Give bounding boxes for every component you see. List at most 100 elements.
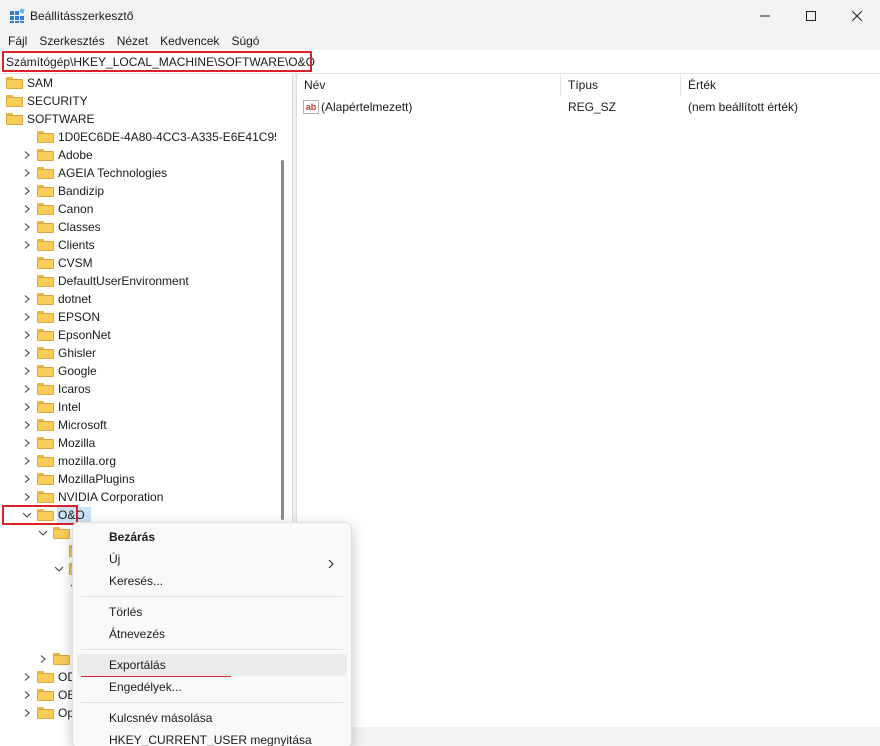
chevron-right-icon[interactable] xyxy=(22,402,32,412)
context-menu-item[interactable]: Exportálás xyxy=(77,654,347,676)
tree-node-label[interactable]: Microsoft xyxy=(58,416,107,434)
menu-view[interactable]: Nézet xyxy=(111,32,154,50)
context-menu-item[interactable]: HKEY_CURRENT_USER megnyitása xyxy=(77,729,347,746)
tree-node[interactable]: 1D0EC6DE-4A80-4CC3-A335-E6E41C951198 xyxy=(0,128,292,146)
tree-node-label[interactable]: NVIDIA Corporation xyxy=(58,488,163,506)
tree-node-label[interactable]: Clients xyxy=(58,236,95,254)
chevron-right-icon[interactable] xyxy=(22,348,32,358)
menu-favorites[interactable]: Kedvencek xyxy=(154,32,225,50)
menu-help[interactable]: Súgó xyxy=(225,32,265,50)
context-menu-item[interactable]: Átnevezés xyxy=(77,623,347,645)
column-header-value[interactable]: Érték xyxy=(681,74,880,96)
tree-node[interactable]: Microsoft xyxy=(0,416,276,434)
chevron-right-icon[interactable] xyxy=(22,186,32,196)
tree-node[interactable]: Canon xyxy=(0,200,276,218)
context-menu-item[interactable]: Törlés xyxy=(77,601,347,623)
close-button[interactable] xyxy=(834,0,880,32)
tree-node-label[interactable]: Adobe xyxy=(58,146,93,164)
chevron-right-icon[interactable] xyxy=(22,672,32,682)
tree-node[interactable]: MozillaPlugins xyxy=(0,470,276,488)
tree-node-label[interactable]: SAM xyxy=(27,74,53,92)
chevron-right-icon[interactable] xyxy=(22,474,32,484)
value-list[interactable]: Név Típus Érték ab (Alapértelmezett) REG… xyxy=(297,74,880,746)
context-menu-item[interactable]: Keresés... xyxy=(77,570,347,592)
tree-node[interactable]: SAM xyxy=(0,74,276,92)
tree-node-label[interactable]: Intel xyxy=(58,398,81,416)
tree-node[interactable]: CVSM xyxy=(0,254,276,272)
menu-file[interactable]: Fájl xyxy=(2,32,33,50)
menu-edit[interactable]: Szerkesztés xyxy=(33,32,110,50)
chevron-right-icon[interactable] xyxy=(22,690,32,700)
tree-node-label[interactable]: Ghisler xyxy=(58,344,96,362)
tree-node[interactable]: Google xyxy=(0,362,276,380)
chevron-right-icon[interactable] xyxy=(22,204,32,214)
chevron-right-icon[interactable] xyxy=(22,150,32,160)
chevron-right-icon[interactable] xyxy=(22,312,32,322)
tree-node-label[interactable]: EpsonNet xyxy=(58,326,111,344)
tree-node[interactable]: SECURITY xyxy=(0,92,276,110)
tree-node-label[interactable]: mozilla.org xyxy=(58,452,116,470)
tree-node[interactable]: EPSON xyxy=(0,308,276,326)
chevron-right-icon[interactable] xyxy=(22,384,32,394)
tree-node[interactable]: mozilla.org xyxy=(0,452,276,470)
chevron-right-icon[interactable] xyxy=(22,708,32,718)
tree-node-label[interactable]: Mozilla xyxy=(58,434,95,452)
list-horizontal-scrollbar[interactable] xyxy=(297,727,880,746)
chevron-right-icon[interactable] xyxy=(22,492,32,502)
context-menu-item[interactable]: Kulcsnév másolása xyxy=(77,707,347,729)
tree-node-label[interactable]: DefaultUserEnvironment xyxy=(58,272,189,290)
value-data[interactable]: (nem beállított érték) xyxy=(688,98,798,116)
tree-node[interactable]: AGEIA Technologies xyxy=(0,164,276,182)
tree-node[interactable]: Intel xyxy=(0,398,276,416)
tree-node-label[interactable]: Classes xyxy=(58,218,101,236)
tree-scrollbar[interactable] xyxy=(276,74,292,526)
tree-node-label[interactable]: Google xyxy=(58,362,97,380)
chevron-down-icon[interactable] xyxy=(38,528,48,538)
tree-node[interactable]: Icaros xyxy=(0,380,276,398)
address-bar[interactable]: Számítógép\HKEY_LOCAL_MACHINE\SOFTWARE\O… xyxy=(0,50,880,74)
tree-node[interactable]: Adobe xyxy=(0,146,276,164)
tree-node-label[interactable]: 1D0EC6DE-4A80-4CC3-A335-E6E41C951198 xyxy=(58,128,292,146)
tree-node-label[interactable]: EPSON xyxy=(58,308,100,326)
chevron-right-icon[interactable] xyxy=(22,240,32,250)
tree-node-label[interactable]: Bandizip xyxy=(58,182,104,200)
tree-node[interactable]: Mozilla xyxy=(0,434,276,452)
tree-node[interactable]: Clients xyxy=(0,236,276,254)
column-header-name[interactable]: Név xyxy=(297,74,561,96)
chevron-down-icon[interactable] xyxy=(54,564,64,574)
tree-node-label[interactable]: CVSM xyxy=(58,254,93,272)
tree-node-label[interactable]: dotnet xyxy=(58,290,91,308)
tree-node-label[interactable]: MozillaPlugins xyxy=(58,470,135,488)
tree-node[interactable]: NVIDIA Corporation xyxy=(0,488,276,506)
tree-node-label[interactable]: Canon xyxy=(58,200,93,218)
chevron-right-icon[interactable] xyxy=(22,294,32,304)
chevron-right-icon[interactable] xyxy=(22,222,32,232)
value-name[interactable]: (Alapértelmezett) xyxy=(321,98,412,116)
tree-node[interactable]: DefaultUserEnvironment xyxy=(0,272,276,290)
tree-node[interactable]: Classes xyxy=(0,218,276,236)
chevron-right-icon[interactable] xyxy=(22,168,32,178)
minimize-button[interactable] xyxy=(742,0,788,32)
tree-node-label[interactable]: SOFTWARE xyxy=(27,110,95,128)
chevron-right-icon[interactable] xyxy=(22,438,32,448)
chevron-right-icon[interactable] xyxy=(22,456,32,466)
context-menu-item[interactable]: Engedélyek... xyxy=(77,676,347,698)
tree-node[interactable]: Ghisler xyxy=(0,344,276,362)
tree-node-label[interactable]: AGEIA Technologies xyxy=(58,164,167,182)
tree-node-label[interactable]: SECURITY xyxy=(27,92,88,110)
column-header-type[interactable]: Típus xyxy=(561,74,681,96)
maximize-button[interactable] xyxy=(788,0,834,32)
context-menu-item[interactable]: Új xyxy=(77,548,347,570)
chevron-right-icon[interactable] xyxy=(22,366,32,376)
tree-scrollbar-thumb[interactable] xyxy=(281,160,284,520)
chevron-right-icon[interactable] xyxy=(22,330,32,340)
tree-node[interactable]: SOFTWARE xyxy=(0,110,276,128)
chevron-right-icon[interactable] xyxy=(22,420,32,430)
tree-node-label[interactable]: Icaros xyxy=(58,380,91,398)
context-menu-item[interactable]: Bezárás xyxy=(77,526,347,548)
value-type[interactable]: REG_SZ xyxy=(568,98,616,116)
chevron-right-icon[interactable] xyxy=(38,654,48,664)
tree-node[interactable]: EpsonNet xyxy=(0,326,276,344)
tree-node[interactable]: Bandizip xyxy=(0,182,276,200)
tree-node[interactable]: dotnet xyxy=(0,290,276,308)
